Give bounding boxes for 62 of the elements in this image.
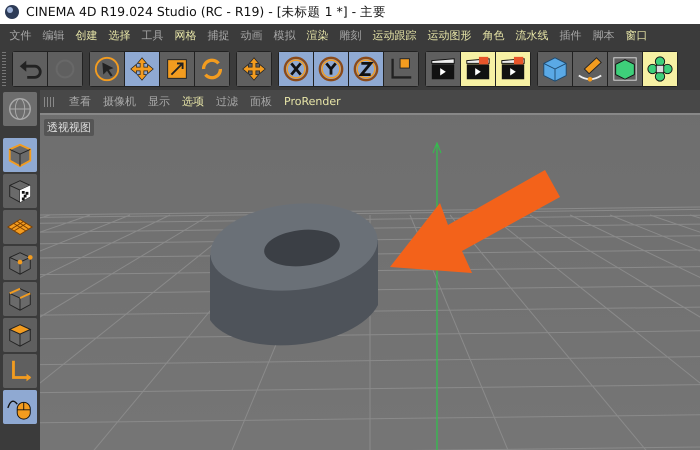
viewport-menu-item[interactable]: 面板 bbox=[245, 94, 277, 109]
toolbar-button[interactable] bbox=[643, 52, 677, 86]
mode-button[interactable] bbox=[3, 318, 37, 352]
viewport-menu-item[interactable]: 选项 bbox=[177, 94, 209, 109]
globe-icon bbox=[6, 95, 34, 123]
toolbar-button[interactable] bbox=[573, 52, 607, 86]
toolbar-button[interactable] bbox=[125, 52, 159, 86]
viewport-menu-item[interactable]: 显示 bbox=[143, 94, 175, 109]
toolbar-button[interactable] bbox=[279, 52, 313, 86]
menu-item[interactable]: 渲染 bbox=[301, 28, 334, 43]
cube-icon bbox=[6, 141, 34, 169]
toolbar-button[interactable] bbox=[426, 52, 460, 86]
mode-button[interactable] bbox=[3, 246, 37, 280]
menu-item[interactable]: 动画 bbox=[235, 28, 268, 43]
viewport-label: 透视视图 bbox=[44, 119, 94, 136]
mode-button[interactable] bbox=[3, 138, 37, 172]
menu-item[interactable]: 窗口 bbox=[620, 28, 653, 43]
y-axis-icon bbox=[317, 54, 345, 82]
menu-item[interactable]: 网格 bbox=[169, 28, 202, 43]
cloner-icon bbox=[646, 54, 674, 82]
grip-handle[interactable] bbox=[2, 52, 6, 86]
menu-item[interactable]: 编辑 bbox=[37, 28, 70, 43]
toolbar-button[interactable] bbox=[90, 52, 124, 86]
viewport-menu-item[interactable]: 过滤 bbox=[211, 94, 243, 109]
menu-item[interactable]: 运动图形 bbox=[422, 28, 477, 43]
menu-item[interactable]: 捕捉 bbox=[202, 28, 235, 43]
window-title: CINEMA 4D R19.024 Studio (RC - R19) - [未标题 1 *] - 主要 bbox=[26, 4, 386, 20]
app-logo-icon bbox=[4, 4, 20, 20]
menu-item[interactable]: 脚本 bbox=[587, 28, 620, 43]
viewport-menu-item[interactable]: 查看 bbox=[64, 94, 96, 109]
menu-item[interactable]: 流水线 bbox=[510, 28, 554, 43]
mode-button[interactable] bbox=[3, 174, 37, 208]
toolbar-button[interactable] bbox=[384, 52, 418, 86]
clapperboard-gear-icon bbox=[499, 54, 527, 82]
viewport-menu-item[interactable]: ProRender bbox=[279, 95, 346, 108]
menu-item[interactable]: 角色 bbox=[477, 28, 510, 43]
menu-item[interactable]: 雕刻 bbox=[334, 28, 367, 43]
toolbar-button[interactable] bbox=[461, 52, 495, 86]
menu-item[interactable]: 选择 bbox=[103, 28, 136, 43]
cube-icon bbox=[541, 54, 569, 82]
mode-button[interactable] bbox=[3, 282, 37, 316]
menu-item[interactable]: 模拟 bbox=[268, 28, 301, 43]
viewport-menu-item[interactable]: 摄像机 bbox=[98, 94, 141, 109]
toolbar-button[interactable] bbox=[160, 52, 194, 86]
menu-item[interactable]: 插件 bbox=[554, 28, 587, 43]
toolbar-button[interactable] bbox=[496, 52, 530, 86]
toolbar-button[interactable] bbox=[608, 52, 642, 86]
move-arrows-icon bbox=[128, 54, 156, 82]
x-axis-icon bbox=[282, 54, 310, 82]
menu-item[interactable]: 文件 bbox=[4, 28, 37, 43]
clapperboard-icon bbox=[464, 54, 492, 82]
menu-item[interactable]: 工具 bbox=[136, 28, 169, 43]
toolbar-button[interactable] bbox=[314, 52, 348, 86]
z-axis-icon bbox=[352, 54, 380, 82]
mode-button[interactable] bbox=[3, 390, 37, 424]
menu-item[interactable]: 运动跟踪 bbox=[367, 28, 422, 43]
cursor-icon bbox=[93, 54, 121, 82]
menu-item[interactable]: 创建 bbox=[70, 28, 103, 43]
toolbar-button[interactable] bbox=[349, 52, 383, 86]
3d-viewport[interactable]: 透视视图 bbox=[40, 113, 700, 450]
pen-icon bbox=[576, 54, 604, 82]
cube-cage-icon bbox=[611, 54, 639, 82]
